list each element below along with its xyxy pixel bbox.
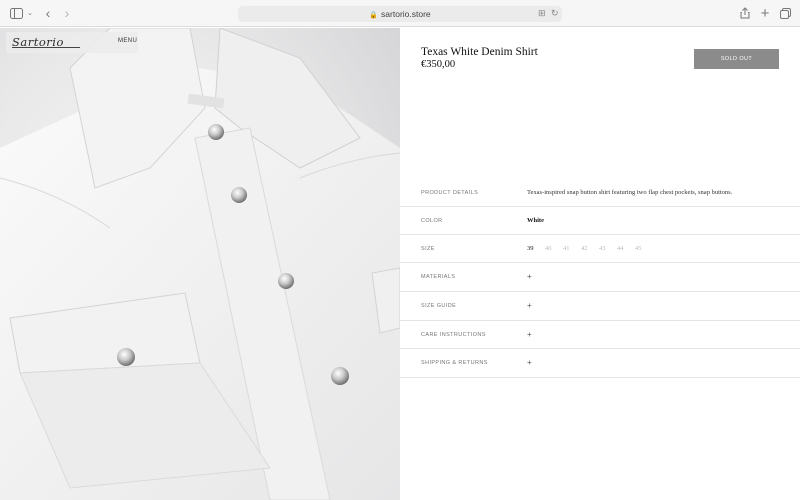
sold-out-button[interactable]: SOLD OUT: [694, 49, 779, 69]
lock-icon: 🔒: [369, 12, 379, 19]
care-instructions-label: CARE INSTRUCTIONS: [421, 332, 486, 338]
url-text: sartorio.store: [381, 9, 431, 19]
size-label: SIZE: [421, 246, 435, 252]
browser-toolbar: ⌄ ‹ › 🔒 sartorio.store ⊞ ↻ +: [0, 0, 800, 27]
color-value: White: [527, 217, 544, 224]
size-option-44[interactable]: 44: [617, 245, 635, 252]
size-selector: 39 40 41 42 43 44 45: [527, 245, 653, 252]
forward-icon[interactable]: ›: [61, 5, 73, 21]
shipping-returns-expand-icon[interactable]: +: [527, 358, 532, 367]
size-guide-expand-icon[interactable]: +: [527, 301, 532, 310]
chevron-down-icon[interactable]: ⌄: [26, 5, 34, 21]
size-guide-label: SIZE GUIDE: [421, 303, 457, 309]
back-icon[interactable]: ‹: [42, 5, 54, 21]
new-tab-icon[interactable]: +: [759, 5, 771, 22]
translate-icon[interactable]: ⊞: [538, 8, 546, 19]
materials-expand-icon[interactable]: +: [527, 272, 532, 281]
product-details-label: PRODUCT DETAILS: [421, 190, 479, 196]
color-row: COLOR White: [400, 207, 800, 235]
product-panel: Texas White Denim Shirt €350,00 SOLD OUT…: [400, 28, 800, 500]
share-icon[interactable]: [739, 5, 751, 21]
shipping-returns-label: SHIPPING & RETURNS: [421, 360, 488, 366]
menu-button[interactable]: MENU: [118, 38, 137, 44]
size-option-40[interactable]: 40: [545, 245, 563, 252]
shipping-returns-row[interactable]: SHIPPING & RETURNS +: [400, 349, 800, 378]
materials-label: MATERIALS: [421, 274, 456, 280]
color-label: COLOR: [421, 218, 443, 224]
site-header: Sartorio MENU: [6, 32, 138, 53]
sidebar-icon[interactable]: [8, 5, 24, 21]
product-title: Texas White Denim Shirt: [421, 46, 538, 58]
product-price: €350,00: [421, 59, 456, 70]
size-row: SIZE 39 40 41 42 43 44 45: [400, 235, 800, 263]
size-guide-row[interactable]: SIZE GUIDE +: [400, 292, 800, 321]
reload-icon[interactable]: ↻: [551, 8, 559, 19]
address-bar[interactable]: 🔒 sartorio.store ⊞ ↻: [238, 6, 562, 22]
care-instructions-expand-icon[interactable]: +: [527, 330, 532, 339]
tabs-icon[interactable]: [779, 5, 791, 21]
product-image: [0, 28, 400, 500]
product-details-text: Texas-inspired snap button shirt featuri…: [527, 189, 733, 196]
size-option-41[interactable]: 41: [563, 245, 581, 252]
care-instructions-row[interactable]: CARE INSTRUCTIONS +: [400, 321, 800, 349]
product-details-row: PRODUCT DETAILS Texas-inspired snap butt…: [400, 179, 800, 207]
size-option-39[interactable]: 39: [527, 245, 545, 252]
logo-underline: [12, 47, 80, 48]
size-option-42[interactable]: 42: [581, 245, 599, 252]
materials-row[interactable]: MATERIALS +: [400, 263, 800, 292]
size-option-43[interactable]: 43: [599, 245, 617, 252]
size-option-45[interactable]: 45: [635, 245, 653, 252]
